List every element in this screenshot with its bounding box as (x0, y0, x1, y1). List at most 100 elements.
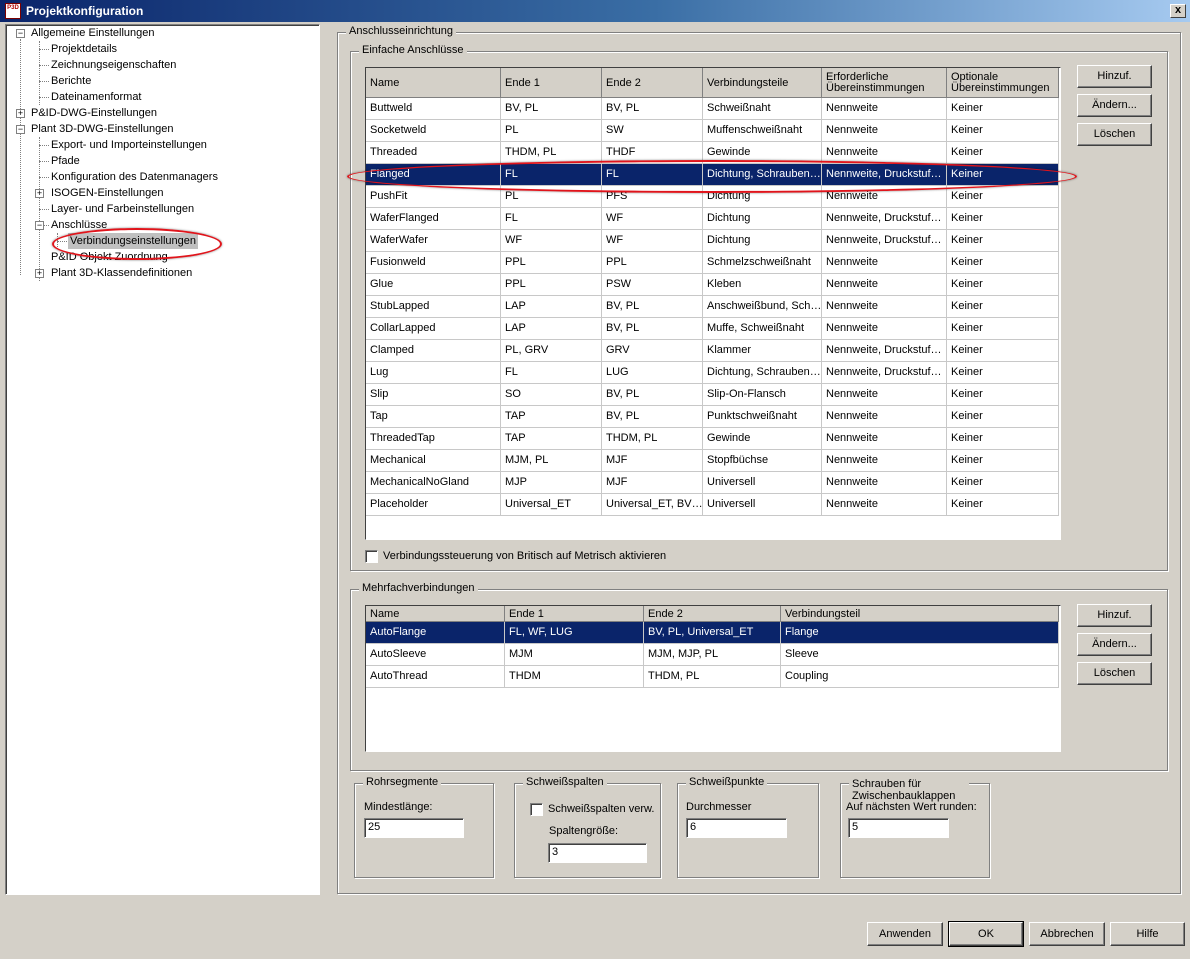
expand-icon[interactable]: + (16, 109, 25, 118)
close-button[interactable]: x (1170, 4, 1186, 18)
table-cell: Keiner (947, 208, 1059, 229)
round-up-label: Auf nächsten Wert runden: (846, 801, 977, 813)
table-row[interactable]: Mechanical MJM, PL MJF Stopfbüchse Nennweite… (366, 450, 1059, 472)
column-header[interactable]: Erforderliche Übereinstimmungen (822, 68, 947, 98)
simple-edit-button[interactable]: Ändern... (1077, 94, 1152, 117)
table-cell: FL, WF, LUG (505, 622, 644, 643)
table-row[interactable]: Lug FL LUG Dichtung, Schrauben… Nennweite, D… (366, 362, 1059, 384)
simple-connections-table[interactable]: Name Ende 1 Ende 2 Verbindungsteile Erforder… (365, 67, 1061, 540)
collapse-icon[interactable]: − (16, 29, 25, 38)
table-row[interactable]: AutoFlange FL, WF, LUG BV, PL, Universal_E… (366, 622, 1059, 644)
tree-item-isogen[interactable]: ISOGEN-Einstellungen (51, 185, 164, 201)
round-up-input[interactable]: 5 (848, 818, 949, 838)
tree-item-pid-dwg[interactable]: P&ID-DWG-Einstellungen (31, 105, 157, 121)
table-cell: Slip-On-Flansch (703, 384, 822, 405)
table-row[interactable]: Tap TAP BV, PL Punktschweißnaht Nennweite Kei… (366, 406, 1059, 428)
metric-conversion-checkbox[interactable] (365, 550, 378, 563)
table-cell: PPL (602, 252, 703, 273)
tree-item-plant3d-dwg[interactable]: Plant 3D-DWG-Einstellungen (31, 121, 173, 137)
column-header[interactable]: Optionale Übereinstimmungen (947, 68, 1059, 98)
table-cell: BV, PL (602, 296, 703, 317)
tree-item-datenmanager[interactable]: Konfiguration des Datenmanagers (51, 169, 218, 185)
table-row[interactable]: Buttweld BV, PL BV, PL Schweißnaht Nennweite… (366, 98, 1059, 120)
table-row[interactable]: Socketweld PL SW Muffenschweißnaht Nennweite… (366, 120, 1059, 142)
table-row[interactable]: WaferWafer WF WF Dichtung Nennweite, Druckst… (366, 230, 1059, 252)
min-length-input[interactable]: 25 (364, 818, 464, 838)
expand-icon[interactable]: + (35, 189, 44, 198)
table-row[interactable]: ThreadedTap TAP THDM, PL Gewinde Nennweite Ke… (366, 428, 1059, 450)
title-bar[interactable]: P3D Projektkonfiguration x (0, 0, 1190, 22)
multi-delete-button[interactable]: Löschen (1077, 662, 1152, 685)
cancel-button[interactable]: Abbrechen (1029, 922, 1105, 946)
collapse-icon[interactable]: − (35, 221, 44, 230)
column-header[interactable]: Ende 2 (602, 68, 703, 98)
table-cell: Kleben (703, 274, 822, 295)
tree-item-allgemeine[interactable]: Allgemeine Einstellungen (31, 25, 155, 41)
table-cell: LAP (501, 296, 602, 317)
table-cell: Keiner (947, 142, 1059, 163)
table-cell: Keiner (947, 186, 1059, 207)
table-cell: Glue (366, 274, 501, 295)
weld-gap-checkbox[interactable] (530, 803, 543, 816)
expand-icon[interactable]: + (35, 269, 44, 278)
table-row[interactable]: CollarLapped LAP BV, PL Muffe, Schweißnaht N… (366, 318, 1059, 340)
column-header[interactable]: Verbindungsteile (703, 68, 822, 98)
multi-edit-button[interactable]: Ändern... (1077, 633, 1152, 656)
column-header[interactable]: Name (366, 68, 501, 98)
table-cell: Nennweite (822, 384, 947, 405)
collapse-icon[interactable]: − (16, 125, 25, 134)
tree-item-berichte[interactable]: Berichte (51, 73, 91, 89)
ok-button[interactable]: OK (948, 921, 1024, 947)
group-title: Anschlusseinrichtung (346, 25, 456, 37)
tree-item-dateinamenformat[interactable]: Dateinamenformat (51, 89, 142, 105)
column-header[interactable]: Name (366, 606, 505, 622)
multi-add-button[interactable]: Hinzuf. (1077, 604, 1152, 627)
table-cell: FL (501, 208, 602, 229)
close-icon: x (1174, 4, 1182, 16)
tree-item-export-import[interactable]: Export- und Importeinstellungen (51, 137, 207, 153)
tree-item-pfade[interactable]: Pfade (51, 153, 80, 169)
table-cell: Nennweite, Druckstuf… (822, 208, 947, 229)
table-cell: ThreadedTap (366, 428, 501, 449)
table-cell: THDM, PL (602, 428, 703, 449)
table-cell: Nennweite (822, 318, 947, 339)
table-row[interactable]: AutoSleeve MJM MJM, MJP, PL Sleeve (366, 644, 1059, 666)
table-cell: Keiner (947, 296, 1059, 317)
settings-tree[interactable]: − Allgemeine Einstellungen Projektdetail… (5, 24, 320, 895)
diameter-input[interactable]: 6 (686, 818, 787, 838)
tree-line (39, 65, 49, 66)
table-cell: Slip (366, 384, 501, 405)
gap-size-input[interactable]: 3 (548, 843, 647, 863)
table-cell: Nennweite (822, 494, 947, 515)
tree-item-layer-farbe[interactable]: Layer- und Farbeinstellungen (51, 201, 194, 217)
multi-connections-table[interactable]: Name Ende 1 Ende 2 Verbindungsteil AutoFlang… (365, 605, 1061, 752)
tree-item-projektdetails[interactable]: Projektdetails (51, 41, 117, 57)
column-header[interactable]: Ende 1 (505, 606, 644, 622)
group-title: Schweißpunkte (686, 776, 768, 788)
column-header[interactable]: Ende 2 (644, 606, 781, 622)
table-cell: Nennweite (822, 428, 947, 449)
table-row[interactable]: AutoThread THDM THDM, PL Coupling (366, 666, 1059, 688)
table-row[interactable]: WaferFlanged FL WF Dichtung Nennweite, Druck… (366, 208, 1059, 230)
table-cell: Universal_ET, BV… (602, 494, 703, 515)
tree-item-zeichnungseigenschaften[interactable]: Zeichnungseigenschaften (51, 57, 176, 73)
table-row[interactable]: Fusionweld PPL PPL Schmelzschweißnaht Nennwe… (366, 252, 1059, 274)
simple-add-button[interactable]: Hinzuf. (1077, 65, 1152, 88)
simple-delete-button[interactable]: Löschen (1077, 123, 1152, 146)
table-row[interactable]: Glue PPL PSW Kleben Nennweite Keiner (366, 274, 1059, 296)
table-cell: PL (501, 120, 602, 141)
table-cell: Keiner (947, 494, 1059, 515)
table-row[interactable]: Clamped PL, GRV GRV Klammer Nennweite, Druck… (366, 340, 1059, 362)
table-row[interactable]: Placeholder Universal_ET Universal_ET, BV…… (366, 494, 1059, 516)
table-row[interactable]: Slip SO BV, PL Slip-On-Flansch Nennweite Kein… (366, 384, 1059, 406)
table-cell: Nennweite (822, 98, 947, 119)
tree-item-klassendefinitionen[interactable]: Plant 3D-Klassendefinitionen (51, 265, 192, 281)
table-row[interactable]: StubLapped LAP BV, PL Anschweißbund, Sch… Ne… (366, 296, 1059, 318)
column-header[interactable]: Ende 1 (501, 68, 602, 98)
table-cell: MechanicalNoGland (366, 472, 501, 493)
column-header[interactable]: Verbindungsteil (781, 606, 1059, 622)
table-row[interactable]: MechanicalNoGland MJP MJF Universell Nennwei… (366, 472, 1059, 494)
apply-button[interactable]: Anwenden (867, 922, 943, 946)
table-cell: BV, PL (602, 318, 703, 339)
help-button[interactable]: Hilfe (1110, 922, 1185, 946)
